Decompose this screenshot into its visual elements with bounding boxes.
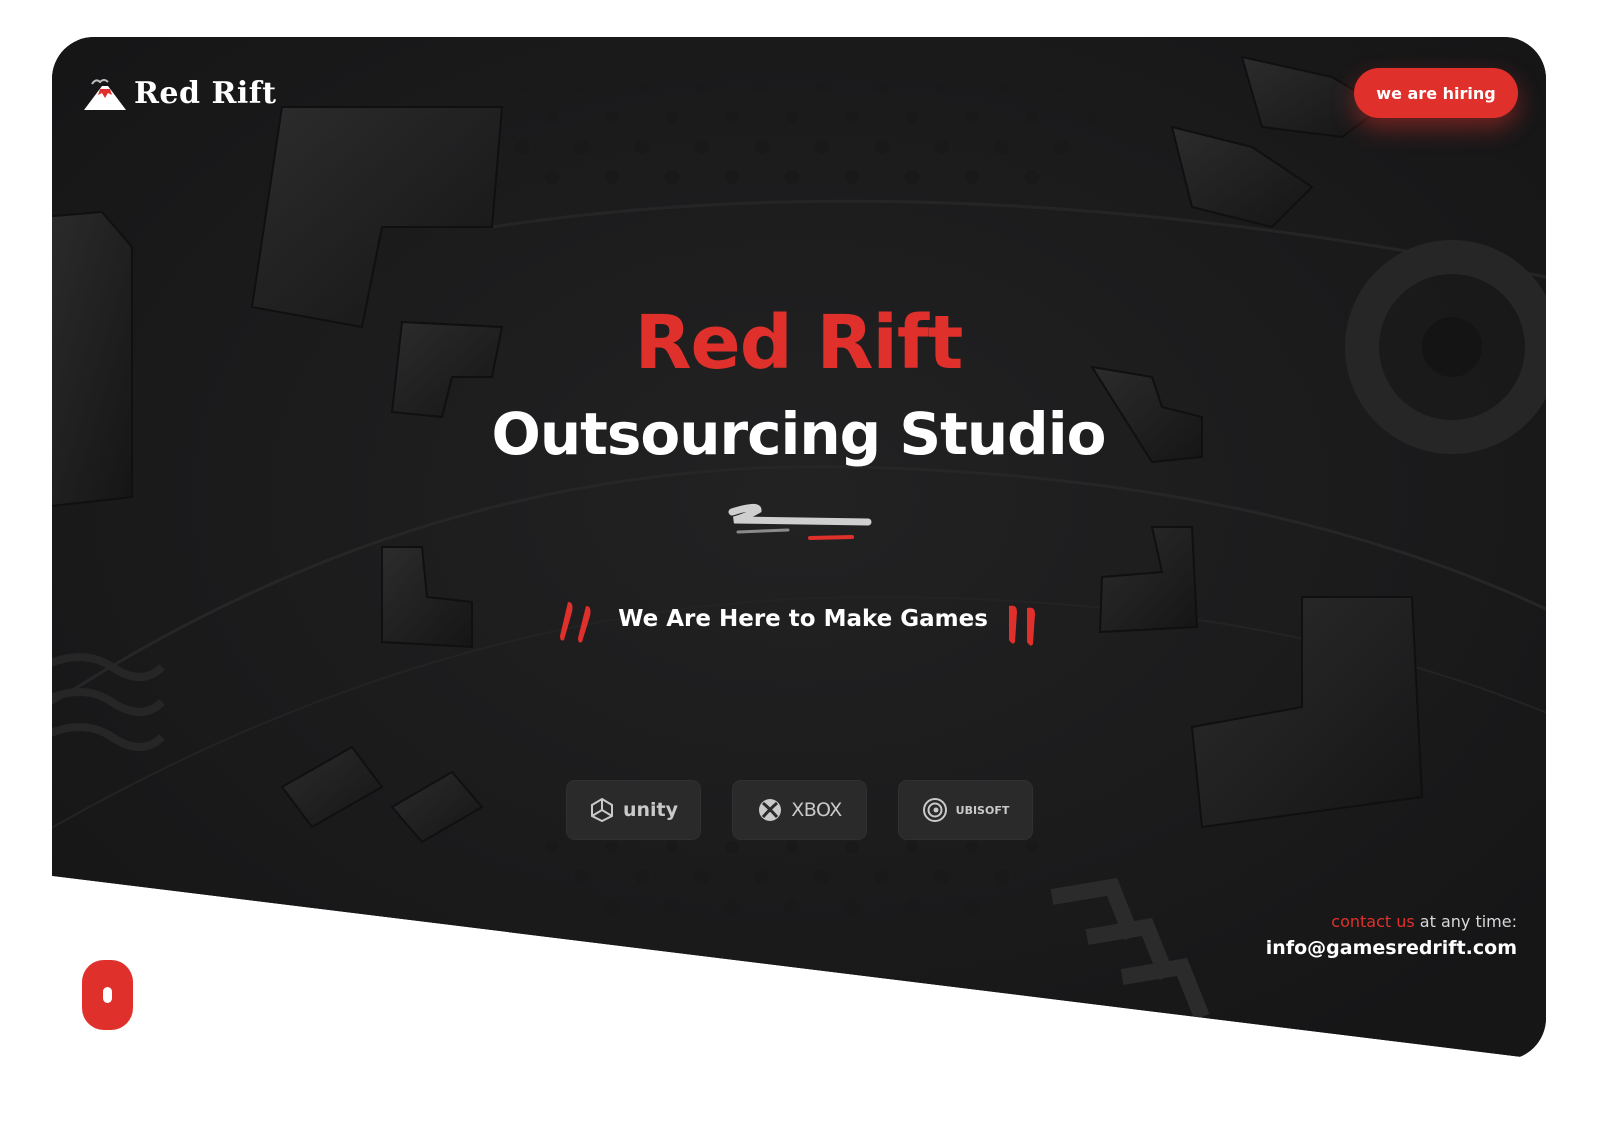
unity-icon: [590, 797, 613, 823]
contact-email-link[interactable]: info@gamesredrift.com: [1266, 937, 1517, 959]
scribble-decoration: [728, 503, 872, 540]
hero-title: Red Rift: [634, 300, 964, 386]
partner-label: XBOX: [791, 799, 842, 821]
brand-name: Red Rift: [134, 75, 277, 111]
xbox-icon: [759, 799, 782, 821]
tagline: We Are Here to Make Games: [618, 606, 988, 632]
ubisoft-icon: [922, 798, 947, 822]
contact-block: contact us at any time: info@gamesredrif…: [1266, 912, 1517, 959]
partner-ubisoft[interactable]: UBISOFT: [898, 780, 1033, 840]
partner-xbox[interactable]: XBOX: [732, 780, 867, 840]
we-are-hiring-button[interactable]: we are hiring: [1354, 68, 1518, 118]
scroll-down-button[interactable]: [82, 960, 133, 1030]
partner-unity[interactable]: unity: [566, 780, 701, 840]
quote-open-icon: [560, 602, 591, 643]
contact-suffix: at any time:: [1414, 912, 1517, 931]
hero-section: [52, 37, 1546, 1060]
contact-line: contact us at any time:: [1266, 912, 1517, 931]
quote-close-icon: [1009, 605, 1035, 646]
brand-logo[interactable]: Red Rift: [82, 72, 277, 114]
hero-background-shapes: [52, 37, 1546, 1060]
contact-us-link[interactable]: contact us: [1331, 912, 1414, 931]
hero-subtitle: Outsourcing Studio: [491, 400, 1107, 468]
partner-logos: unity XBOX UBISOFT: [566, 780, 1033, 840]
mouse-scroll-icon: [103, 987, 112, 1003]
partner-label: unity: [622, 799, 679, 821]
volcano-icon: [84, 79, 126, 110]
partner-label: UBISOFT: [955, 803, 1010, 817]
